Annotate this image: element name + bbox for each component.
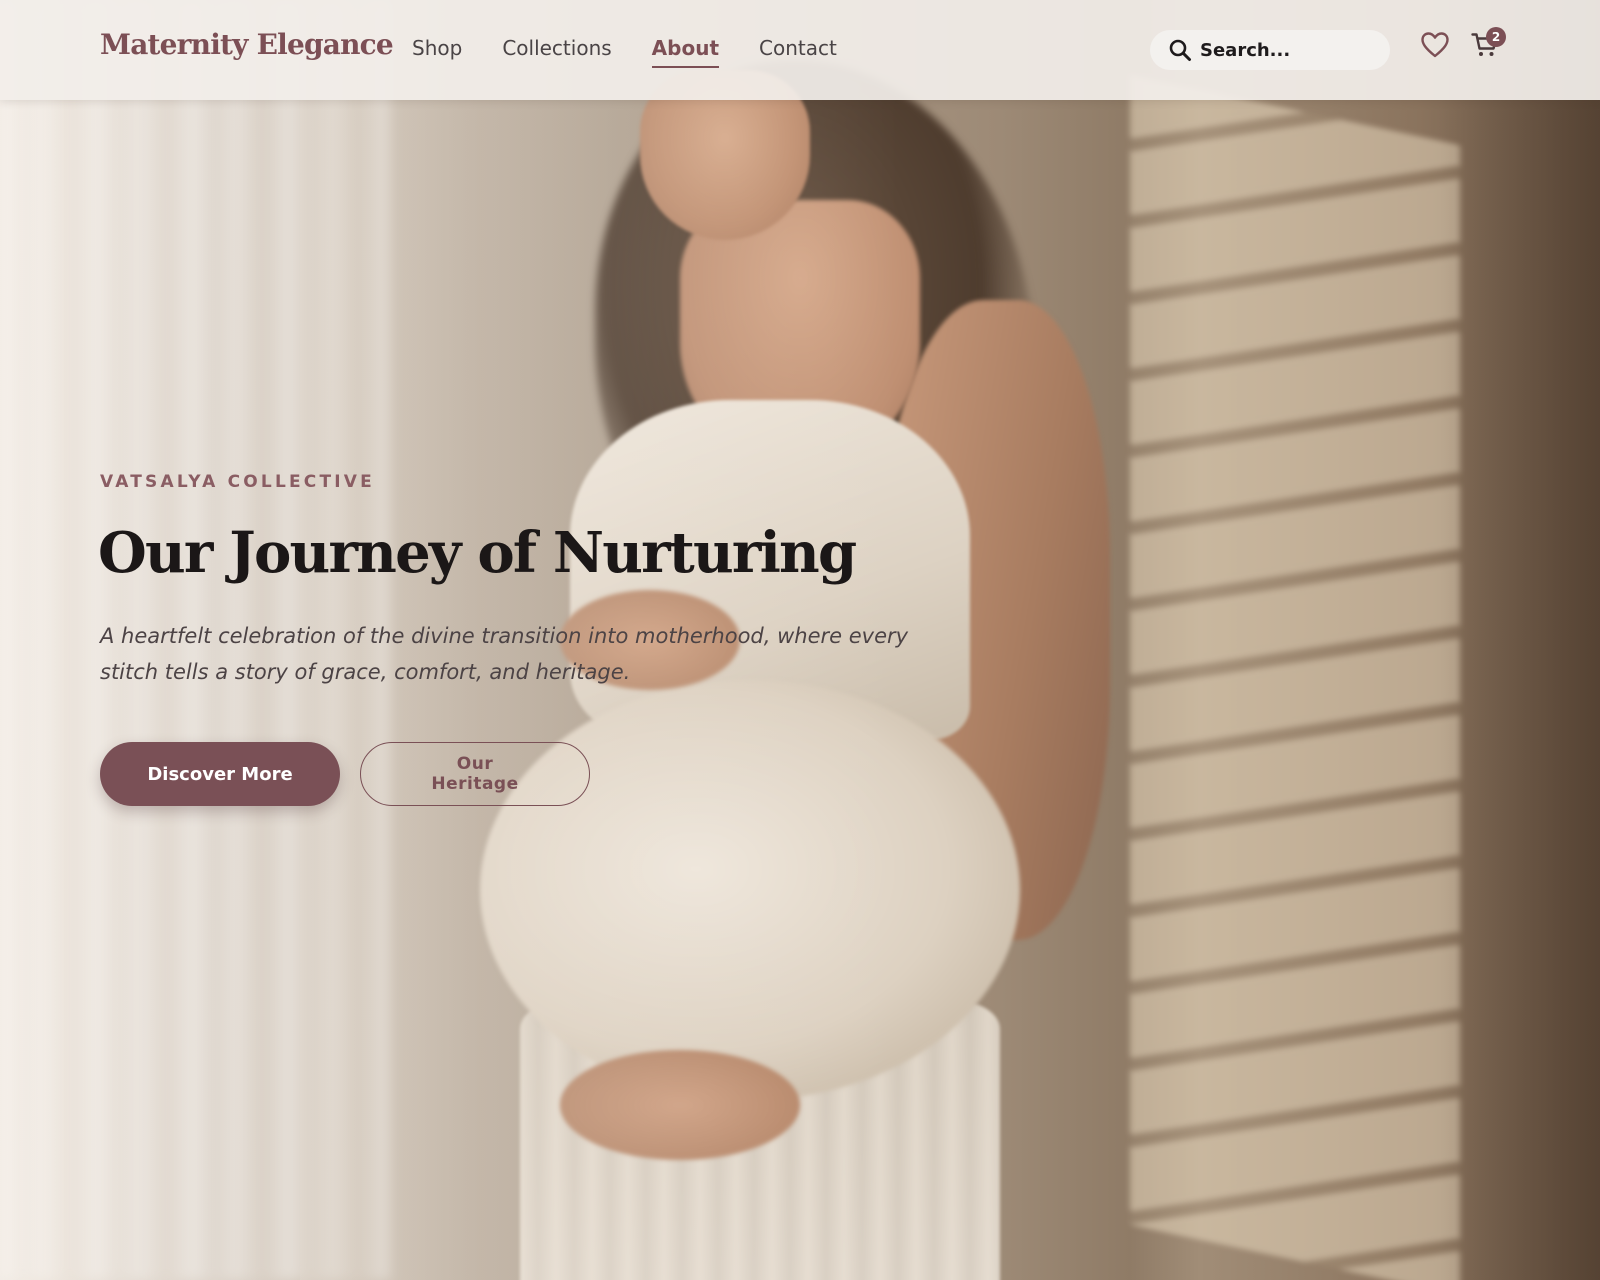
top-navbar: Maternity Elegance Shop Collections Abou…: [0, 0, 1600, 100]
search-input[interactable]: [1200, 39, 1380, 61]
main-nav: Shop Collections About Contact: [412, 36, 837, 68]
nav-link-contact[interactable]: Contact: [759, 36, 837, 68]
hero-eyebrow: VATSALYA COLLECTIVE: [100, 472, 375, 492]
hero-title: Our Journey of Nurturing: [98, 520, 857, 586]
search-bar[interactable]: [1150, 30, 1390, 70]
nav-link-about[interactable]: About: [651, 36, 720, 68]
heart-icon: [1421, 32, 1449, 58]
cart-count-badge: 2: [1486, 27, 1506, 47]
nav-link-shop[interactable]: Shop: [412, 36, 462, 68]
search-icon: [1169, 39, 1191, 61]
nav-link-collections[interactable]: Collections: [502, 36, 611, 68]
discover-more-button[interactable]: Discover More: [100, 742, 340, 806]
wishlist-button[interactable]: [1420, 30, 1450, 60]
hero-subtitle: A heartfelt celebration of the divine tr…: [100, 624, 909, 684]
our-heritage-button[interactable]: Our Heritage: [360, 742, 590, 806]
brand-logo[interactable]: Maternity Elegance: [100, 28, 394, 61]
